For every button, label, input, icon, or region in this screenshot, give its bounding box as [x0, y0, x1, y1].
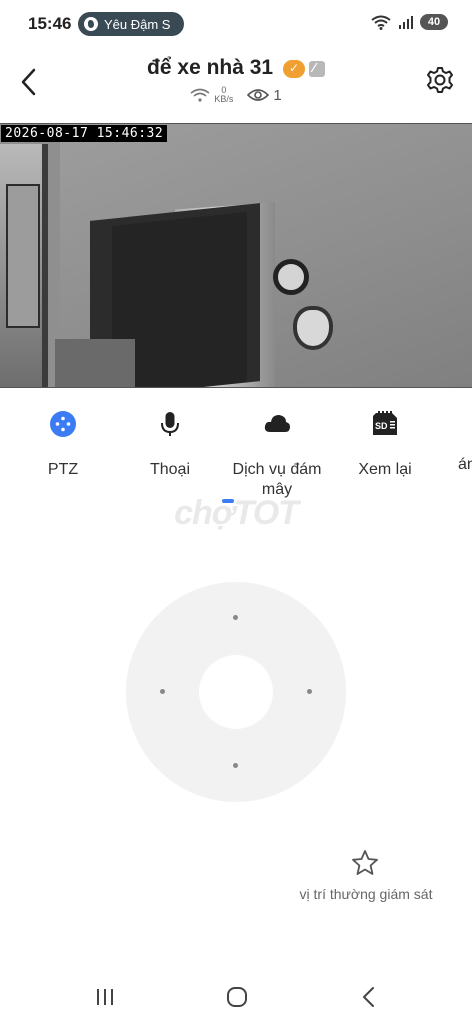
- tab-ptz-label: PTZ: [47, 461, 79, 478]
- cloud-icon: [264, 415, 290, 432]
- page-title-row: để xe nhà 31: [0, 56, 472, 80]
- wifi-icon: [371, 15, 391, 30]
- wifi-strength-icon: [190, 88, 210, 102]
- tab-playback[interactable]: SD Xem lại: [330, 408, 440, 480]
- edit-icon[interactable]: [308, 60, 325, 77]
- joystick-right[interactable]: [307, 689, 312, 694]
- video-window: [0, 144, 48, 387]
- viewer-count: 1: [273, 86, 282, 104]
- microphone-icon: [161, 412, 179, 436]
- joystick-left[interactable]: [160, 689, 165, 694]
- ptz-icon: [50, 411, 76, 437]
- stream-info: 0 KB/s 1: [0, 86, 472, 104]
- live-video[interactable]: 2026-08-17 15:46:32: [0, 123, 472, 388]
- cloud-badge-icon: [282, 59, 305, 78]
- system-nav-bar: [0, 970, 472, 1024]
- back-nav-icon[interactable]: [354, 982, 384, 1012]
- status-bar: 15:46 Yêu Đậm S 40: [0, 0, 472, 46]
- settings-gear-icon[interactable]: [426, 66, 454, 94]
- recent-apps-icon[interactable]: [90, 982, 120, 1012]
- favorite-position-label[interactable]: vị trí thường giám sát: [280, 886, 452, 902]
- tab-talk[interactable]: Thoại: [115, 408, 225, 480]
- tab-talk-label: Thoại: [149, 461, 191, 478]
- battery-icon: 40: [420, 14, 448, 30]
- tab-cloud-service[interactable]: Dịch vụ đám mây: [222, 408, 332, 500]
- status-time: 15:46: [28, 14, 72, 33]
- home-icon[interactable]: [222, 982, 252, 1012]
- eye-icon: [247, 89, 270, 101]
- notification-text: Yêu Đậm S: [104, 16, 171, 32]
- action-tabs: PTZ Thoại Dịch vụ đám mây SD Xem lại án: [0, 408, 472, 500]
- helmet: [293, 306, 333, 350]
- tab-ptz[interactable]: PTZ: [8, 408, 118, 480]
- bitrate: 0 KB/s: [214, 86, 233, 104]
- notification-pill[interactable]: Yêu Đậm S: [78, 12, 184, 36]
- tab-more[interactable]: án: [440, 408, 472, 475]
- joystick-center[interactable]: [199, 655, 273, 729]
- sd-card-icon: SD: [373, 411, 397, 435]
- video-timestamp: 2026-08-17 15:46:32: [1, 125, 168, 142]
- tab-more-label: án: [458, 456, 472, 473]
- ptz-joystick[interactable]: [126, 582, 346, 802]
- svg-text:SD: SD: [375, 421, 388, 431]
- bitrate-unit: KB/s: [214, 94, 234, 104]
- star-icon[interactable]: [351, 849, 379, 877]
- signal-icon: [399, 16, 413, 29]
- joystick-down[interactable]: [233, 763, 238, 768]
- tab-playback-label: Xem lại: [358, 461, 412, 478]
- helmet: [273, 259, 309, 295]
- joystick-up[interactable]: [233, 615, 238, 620]
- page-title: để xe nhà 31: [147, 56, 274, 79]
- globe-icon: [84, 17, 98, 31]
- status-icons: 40: [370, 14, 448, 30]
- watermark-logo: chợTOT: [174, 494, 299, 532]
